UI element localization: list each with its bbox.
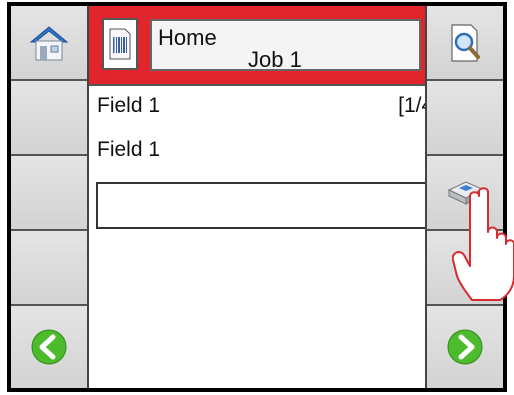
header-bar: Home Job 1 [89,6,445,86]
title-panel: Home Job 1 [150,19,421,72]
keyboard-key-icon [447,180,484,205]
field-value-label: Field 1 [97,138,161,161]
page-title: Home [158,25,217,50]
screen: Home Job 1 Field 1 [1/4] Field 1 [0,0,514,395]
right-toolbar [425,6,503,388]
job-name: Job 1 [248,47,302,72]
barcode-document-icon [109,28,131,60]
arrow-left-icon [31,329,67,365]
back-button[interactable] [11,306,87,388]
document-magnifier-icon [451,23,480,62]
right-empty-slot-1 [427,81,503,156]
left-empty-slot-2 [11,156,87,231]
home-icon [29,25,69,60]
job-button[interactable] [102,18,138,70]
right-empty-slot-2 [427,231,503,306]
left-empty-slot-1 [11,81,87,156]
forward-button[interactable] [427,306,503,388]
field-name-label: Field 1 [97,94,161,117]
keyboard-button[interactable] [427,156,503,231]
field-input[interactable] [96,182,435,229]
home-button[interactable] [11,6,87,81]
left-empty-slot-3 [11,231,87,306]
arrow-right-icon [447,329,483,365]
preview-button[interactable] [427,6,503,81]
field-panel: Field 1 [1/4] Field 1 [89,86,445,388]
left-toolbar [11,6,89,388]
device-frame: Home Job 1 Field 1 [1/4] Field 1 [7,2,507,392]
